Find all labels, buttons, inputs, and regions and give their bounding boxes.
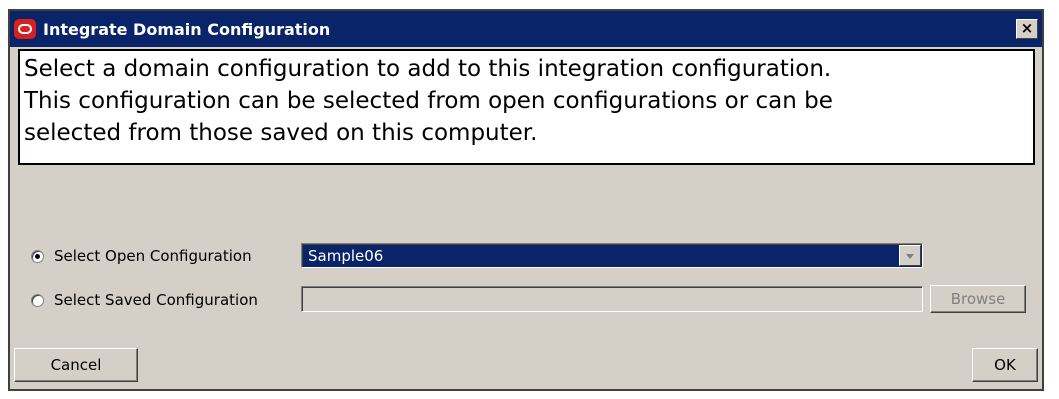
message-line: This configuration can be selected from … xyxy=(24,88,833,114)
title-bar[interactable]: Integrate Domain Configuration × xyxy=(10,11,1042,47)
chevron-down-icon[interactable] xyxy=(899,245,921,266)
open-configuration-label[interactable]: Select Open Configuration xyxy=(54,247,252,265)
browse-button[interactable]: Browse xyxy=(930,285,1026,313)
saved-configuration-field[interactable] xyxy=(301,286,923,312)
integrate-domain-configuration-dialog: Integrate Domain Configuration × Select … xyxy=(8,9,1044,391)
oracle-logo-icon xyxy=(14,19,36,39)
message-line: selected from those saved on this comput… xyxy=(24,120,538,146)
saved-configuration-label[interactable]: Select Saved Configuration xyxy=(54,291,258,309)
ok-button[interactable]: OK xyxy=(972,348,1038,382)
message-line: Select a domain configuration to add to … xyxy=(24,56,832,82)
close-button[interactable]: × xyxy=(1016,19,1038,39)
saved-configuration-radio[interactable] xyxy=(31,293,44,307)
select-saved-configuration-option[interactable]: Select Saved Configuration xyxy=(31,289,258,311)
cancel-button[interactable]: Cancel xyxy=(14,348,138,382)
open-configuration-dropdown[interactable]: Sample06 xyxy=(301,243,923,268)
dialog-title: Integrate Domain Configuration xyxy=(43,20,331,39)
instruction-message: Select a domain configuration to add to … xyxy=(18,49,1035,165)
open-configuration-radio[interactable] xyxy=(31,249,44,263)
open-configuration-selected-value: Sample06 xyxy=(308,247,384,265)
select-open-configuration-option[interactable]: Select Open Configuration xyxy=(31,245,252,267)
